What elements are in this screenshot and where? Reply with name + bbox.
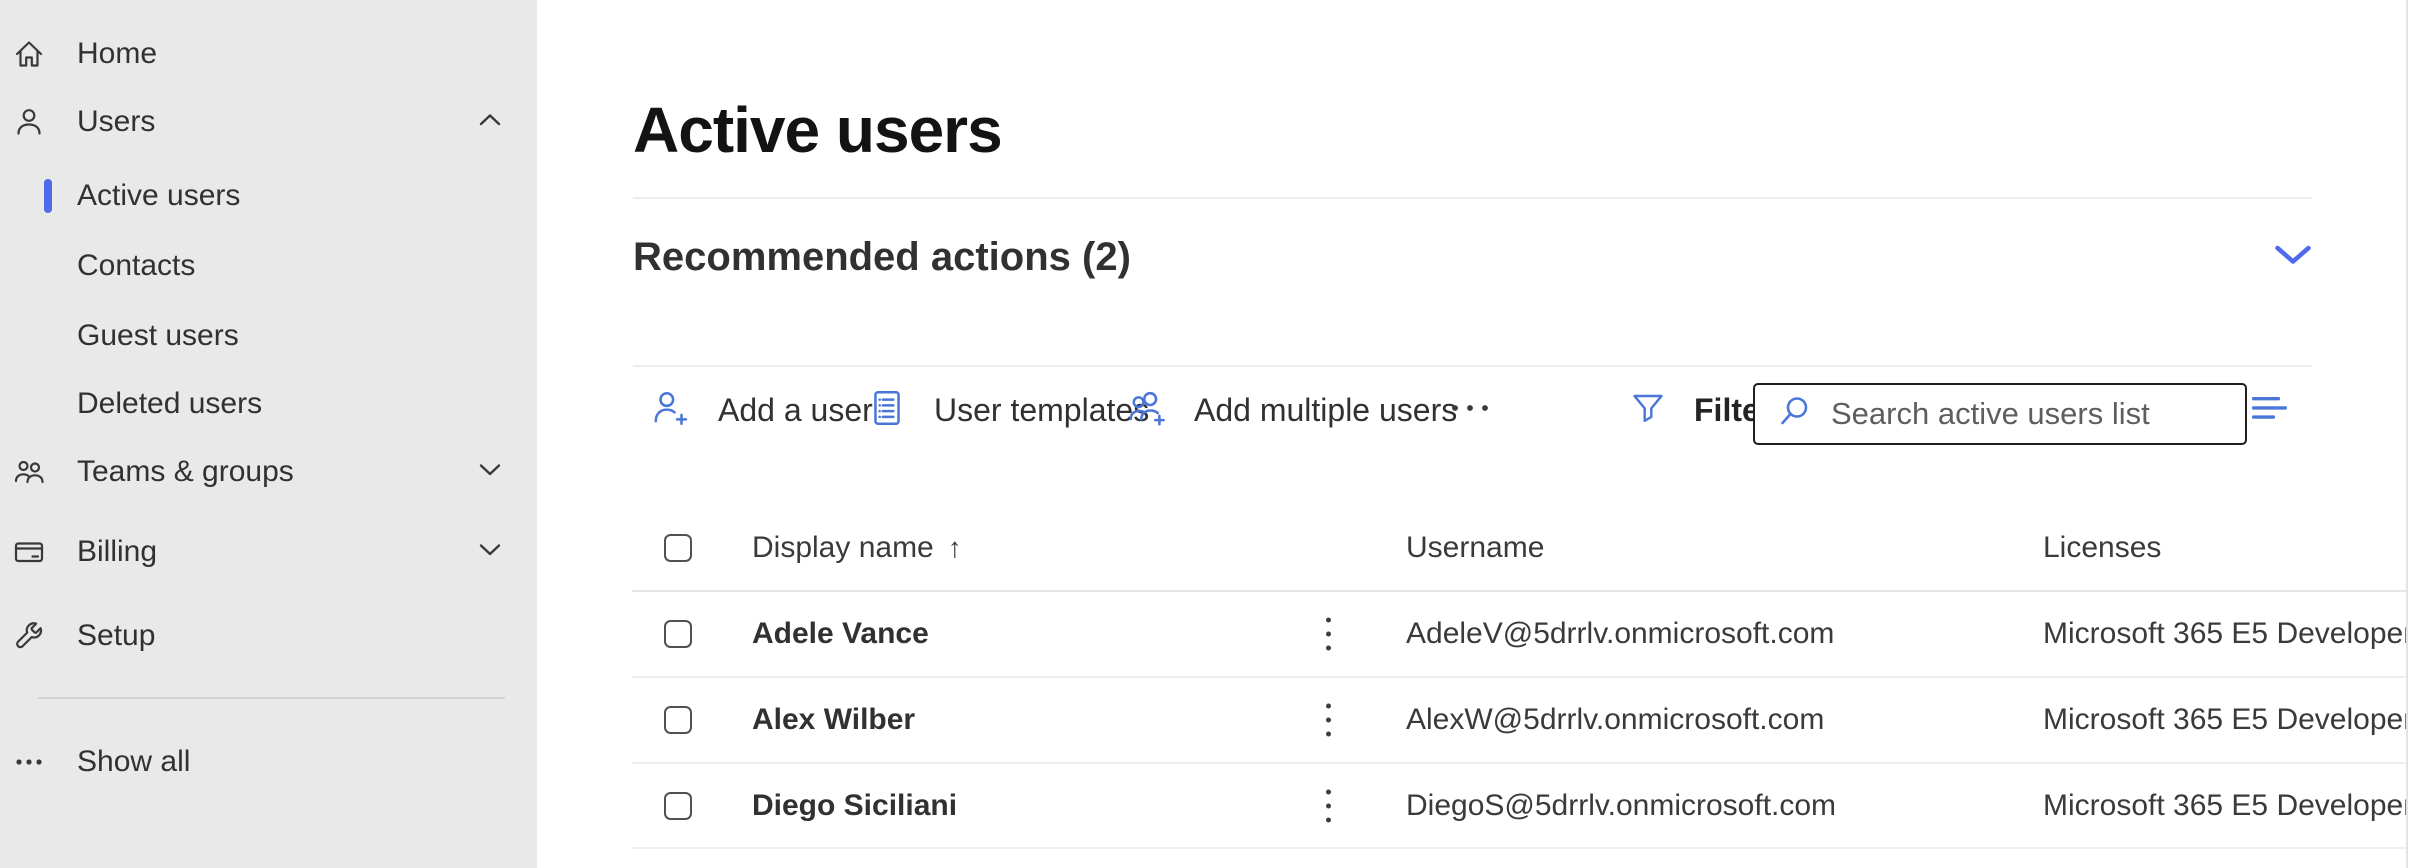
sidebar-item-billing[interactable]: Billing [0, 524, 537, 580]
search-icon [1777, 394, 1813, 435]
right-edge-cover [2408, 0, 2412, 868]
sidebar-item-show-all[interactable]: Show all [0, 734, 537, 790]
add-user-button[interactable]: Add a user [650, 384, 873, 436]
sidebar-item-label: Teams & groups [77, 455, 294, 489]
select-all-checkbox[interactable] [664, 534, 692, 562]
search-box [1753, 383, 2247, 445]
filter-button[interactable]: Filter [1628, 384, 1772, 436]
sidebar-item-contacts[interactable]: Contacts [0, 238, 537, 294]
table-row[interactable]: Adele Vance AdeleV@5drrlv.onmicrosoft.co… [632, 592, 2406, 678]
home-icon [12, 36, 48, 72]
more-ellipsis-icon [1448, 401, 1492, 420]
recommended-actions-label: Recommended actions (2) [633, 235, 1131, 280]
sidebar-item-active-users[interactable]: Active users [0, 168, 537, 224]
sidebar-item-label: Billing [77, 535, 157, 569]
ellipsis-icon [12, 744, 48, 780]
admin-center-page: Home Users Active users Contacts Guest u… [0, 0, 2412, 868]
column-header-display-name[interactable]: Display name↑ [752, 531, 962, 565]
add-user-icon [650, 387, 692, 434]
credit-card-icon [12, 534, 48, 570]
user-templates-button[interactable]: User templates [866, 384, 1149, 436]
sidebar-item-label: Users [77, 105, 155, 139]
display-name-cell[interactable]: Alex Wilber [752, 703, 915, 737]
chevron-up-icon[interactable] [476, 111, 504, 134]
sidebar-item-label: Deleted users [77, 387, 262, 421]
licenses-cell: Microsoft 365 E5 Developer (withou [2043, 789, 2412, 823]
user-templates-icon [866, 387, 908, 434]
people-icon [12, 454, 48, 490]
sidebar: Home Users Active users Contacts Guest u… [0, 0, 537, 868]
licenses-cell: Microsoft 365 E5 Developer (withou [2043, 703, 2412, 737]
recommended-actions-header[interactable]: Recommended actions (2) [633, 224, 2312, 290]
chevron-down-icon[interactable] [2274, 244, 2312, 271]
table-row[interactable]: Diego Siciliani DiegoS@5drrlv.onmicrosof… [632, 764, 2406, 849]
row-more-actions-icon[interactable] [1326, 618, 1331, 651]
row-more-actions-icon[interactable] [1326, 704, 1331, 737]
add-multiple-users-icon [1126, 387, 1168, 434]
sidebar-item-label: Guest users [77, 319, 239, 353]
username-cell: DiegoS@5drrlv.onmicrosoft.com [1406, 789, 1836, 823]
user-icon [12, 104, 48, 140]
content-divider [633, 197, 2312, 199]
sidebar-divider [38, 697, 505, 699]
wrench-icon [12, 618, 48, 654]
sidebar-item-users[interactable]: Users [0, 94, 537, 150]
table-row[interactable]: Alex Wilber AlexW@5drrlv.onmicrosoft.com… [632, 678, 2406, 764]
licenses-cell: Microsoft 365 E5 Developer (withou [2043, 617, 2412, 651]
sidebar-item-label: Setup [77, 619, 155, 653]
sidebar-item-setup[interactable]: Setup [0, 608, 537, 664]
sidebar-item-deleted-users[interactable]: Deleted users [0, 376, 537, 432]
username-cell: AlexW@5drrlv.onmicrosoft.com [1406, 703, 1824, 737]
add-multiple-users-button[interactable]: Add multiple users [1126, 384, 1457, 436]
more-actions-button[interactable] [1448, 384, 1492, 436]
row-more-actions-icon[interactable] [1326, 789, 1331, 822]
username-cell: AdeleV@5drrlv.onmicrosoft.com [1406, 617, 1834, 651]
chevron-down-icon[interactable] [476, 461, 504, 484]
sort-lines-icon[interactable] [2252, 395, 2292, 428]
display-name-cell[interactable]: Adele Vance [752, 617, 929, 651]
sidebar-item-label: Show all [77, 745, 190, 779]
row-checkbox[interactable] [664, 620, 692, 648]
filter-icon [1628, 388, 1668, 433]
user-templates-label: User templates [934, 392, 1149, 429]
chevron-down-icon[interactable] [476, 541, 504, 564]
add-user-label: Add a user [718, 392, 873, 429]
search-input[interactable] [1829, 395, 2245, 433]
sidebar-item-teams-groups[interactable]: Teams & groups [0, 444, 537, 500]
page-title: Active users [633, 93, 1002, 167]
row-checkbox[interactable] [664, 706, 692, 734]
sidebar-item-home[interactable]: Home [0, 26, 537, 82]
sidebar-item-label: Contacts [77, 249, 195, 283]
sidebar-item-label: Active users [77, 179, 240, 213]
sidebar-item-label: Home [77, 37, 157, 71]
scrollbar-track-line[interactable] [2406, 0, 2408, 868]
sidebar-item-guest-users[interactable]: Guest users [0, 308, 537, 364]
column-header-licenses[interactable]: Licenses [2043, 531, 2161, 565]
column-header-username[interactable]: Username [1406, 531, 1544, 565]
display-name-cell[interactable]: Diego Siciliani [752, 789, 957, 823]
table-header-row: Display name↑ Username Licenses [632, 505, 2406, 592]
add-multiple-users-label: Add multiple users [1194, 392, 1457, 429]
sort-ascending-arrow: ↑ [948, 532, 962, 563]
content-divider [633, 365, 2312, 367]
row-checkbox[interactable] [664, 792, 692, 820]
